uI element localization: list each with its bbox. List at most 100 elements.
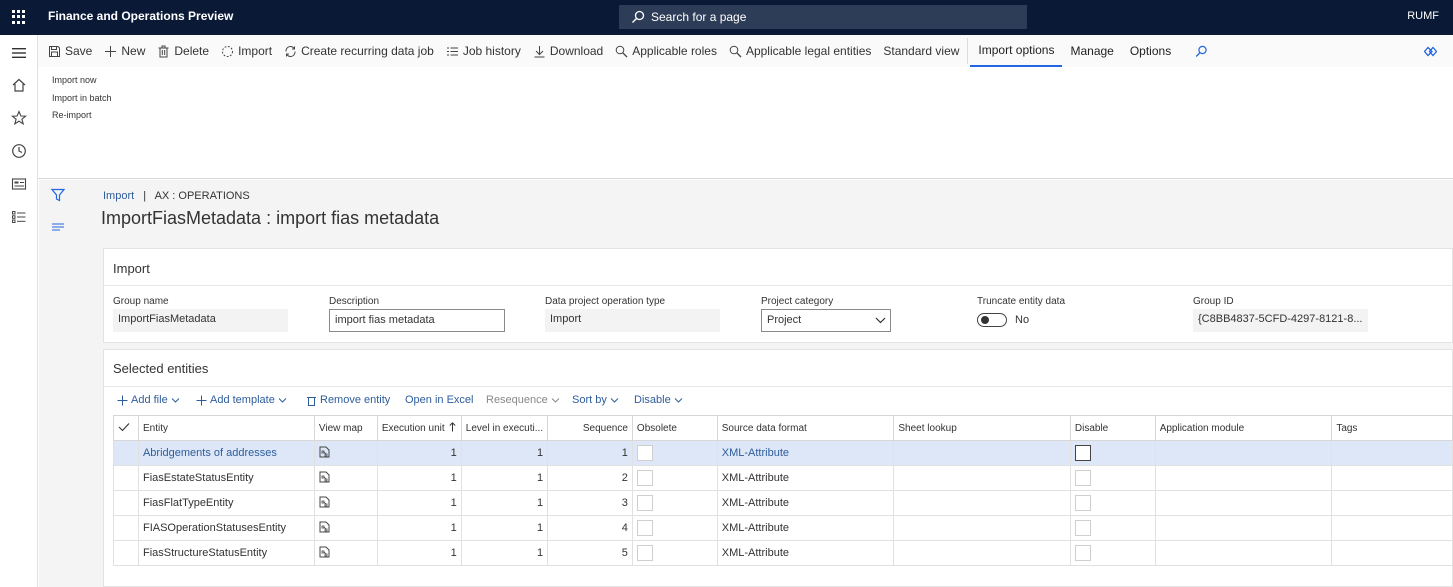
new-button[interactable]: New (98, 35, 151, 67)
breadcrumb-import-link[interactable]: Import (103, 190, 134, 202)
disable-cell[interactable] (1069, 540, 1156, 566)
source-format-cell[interactable]: XML-Attribute (716, 540, 895, 566)
job-history-button[interactable]: Job history (440, 35, 527, 67)
sequence-cell[interactable]: 3 (547, 490, 633, 516)
favorites-star-icon[interactable] (11, 110, 27, 126)
search-box[interactable]: Search for a page (619, 5, 1027, 29)
execution-unit-cell[interactable]: 1 (376, 540, 462, 566)
sheet-lookup-cell[interactable] (893, 490, 1071, 516)
view-map-cell[interactable] (313, 465, 378, 491)
disable-checkbox[interactable] (1074, 520, 1091, 536)
execution-unit-cell[interactable]: 1 (376, 515, 462, 541)
view-map-cell[interactable] (313, 515, 378, 541)
import-button[interactable]: Import (215, 35, 278, 67)
level-cell[interactable]: 1 (460, 490, 549, 516)
disable-cell[interactable] (1069, 490, 1156, 516)
row-selector[interactable] (113, 515, 139, 541)
row-selector[interactable] (113, 465, 139, 491)
modules-list-icon[interactable] (11, 209, 27, 225)
source-format-cell[interactable]: XML-Attribute (716, 515, 895, 541)
column-header-source-data-format[interactable]: Source data format (716, 415, 895, 441)
disable-checkbox[interactable] (1074, 445, 1091, 461)
level-cell[interactable]: 1 (460, 540, 549, 566)
sequence-cell[interactable]: 1 (547, 440, 633, 466)
entity-cell[interactable]: FIASOperationStatusesEntity (137, 515, 315, 541)
row-selector[interactable] (113, 540, 139, 566)
details-lines-icon[interactable] (51, 220, 65, 234)
column-header-execution-unit[interactable]: Execution unit (376, 415, 462, 441)
company-picker[interactable]: RUMF (1407, 10, 1439, 22)
import-now-menu-item[interactable]: Import now (52, 75, 97, 85)
column-header-tags[interactable]: Tags (1331, 415, 1453, 441)
column-header-level-in-execution[interactable]: Level in executi... (460, 415, 549, 441)
source-format-cell[interactable]: XML-Attribute (716, 490, 895, 516)
truncate-entity-data-toggle[interactable] (977, 313, 1007, 327)
row-selector[interactable] (113, 490, 139, 516)
tab-import-options[interactable]: Import options (970, 35, 1063, 67)
level-cell[interactable]: 1 (460, 515, 549, 541)
table-row[interactable]: Abridgements of addresses 1 1 1 XML-Attr… (113, 440, 1453, 466)
execution-unit-cell[interactable]: 1 (376, 440, 462, 466)
view-map-cell[interactable] (313, 440, 378, 466)
delete-button[interactable]: Delete (151, 35, 215, 67)
sheet-lookup-cell[interactable] (893, 515, 1071, 541)
workspaces-icon[interactable] (11, 176, 27, 192)
download-button[interactable]: Download (527, 35, 609, 67)
application-module-cell[interactable] (1154, 490, 1333, 516)
import-in-batch-menu-item[interactable]: Import in batch (52, 93, 112, 103)
disable-cell[interactable] (1069, 440, 1156, 466)
disable-cell[interactable] (1069, 515, 1156, 541)
sequence-cell[interactable]: 2 (547, 465, 633, 491)
level-cell[interactable]: 1 (460, 465, 549, 491)
hamburger-menu-icon[interactable] (11, 45, 27, 61)
column-header-disable[interactable]: Disable (1069, 415, 1156, 441)
project-category-select[interactable]: Project (761, 309, 891, 332)
disable-checkbox[interactable] (1074, 470, 1091, 486)
disable-cell[interactable] (1069, 465, 1156, 491)
tags-cell[interactable] (1331, 490, 1453, 516)
table-row[interactable]: FIASOperationStatusesEntity 1 1 4 XML-At… (113, 515, 1453, 541)
application-module-cell[interactable] (1154, 515, 1333, 541)
column-header-view-map[interactable]: View map (313, 415, 378, 441)
app-launcher-icon[interactable] (12, 10, 26, 24)
column-header-obsolete[interactable]: Obsolete (631, 415, 718, 441)
selected-entities-header[interactable]: Selected entities (113, 361, 208, 376)
add-file-button[interactable]: Add file (117, 394, 183, 406)
applicable-roles-button[interactable]: Applicable roles (609, 35, 723, 67)
standard-view-button[interactable]: Standard view (877, 35, 965, 67)
source-format-cell[interactable]: XML-Attribute (716, 440, 895, 466)
resequence-button[interactable]: Resequence (486, 394, 563, 406)
table-row[interactable]: FiasEstateStatusEntity 1 1 2 XML-Attribu… (113, 465, 1453, 491)
applicable-legal-entities-button[interactable]: Applicable legal entities (723, 35, 877, 67)
re-import-menu-item[interactable]: Re-import (52, 110, 92, 120)
column-header-application-module[interactable]: Application module (1154, 415, 1333, 441)
table-row[interactable]: FiasFlatTypeEntity 1 1 3 XML-Attribute (113, 490, 1453, 516)
tags-cell[interactable] (1331, 465, 1453, 491)
home-icon[interactable] (11, 77, 27, 93)
save-button[interactable]: Save (38, 35, 98, 67)
entity-cell[interactable]: FiasEstateStatusEntity (137, 465, 315, 491)
row-selector[interactable] (113, 440, 139, 466)
column-header-entity[interactable]: Entity (137, 415, 315, 441)
add-template-button[interactable]: Add template (196, 394, 290, 406)
pin-action-pane-button[interactable] (1418, 35, 1447, 67)
remove-entity-button[interactable]: Remove entity (306, 394, 390, 406)
sheet-lookup-cell[interactable] (893, 440, 1071, 466)
application-module-cell[interactable] (1154, 465, 1333, 491)
view-map-cell[interactable] (313, 540, 378, 566)
entity-cell[interactable]: FiasFlatTypeEntity (137, 490, 315, 516)
tags-cell[interactable] (1331, 540, 1453, 566)
sequence-cell[interactable]: 4 (547, 515, 633, 541)
table-row[interactable]: FiasStructureStatusEntity 1 1 5 XML-Attr… (113, 540, 1453, 566)
description-input[interactable]: import fias metadata (329, 309, 505, 332)
level-cell[interactable]: 1 (460, 440, 549, 466)
tab-manage[interactable]: Manage (1062, 35, 1121, 67)
recent-clock-icon[interactable] (11, 143, 27, 159)
tab-options[interactable]: Options (1122, 35, 1179, 67)
execution-unit-cell[interactable]: 1 (376, 465, 462, 491)
open-in-excel-button[interactable]: Open in Excel (405, 394, 473, 406)
source-format-cell[interactable]: XML-Attribute (716, 465, 895, 491)
application-module-cell[interactable] (1154, 440, 1333, 466)
create-recurring-job-button[interactable]: Create recurring data job (278, 35, 440, 67)
execution-unit-cell[interactable]: 1 (376, 490, 462, 516)
